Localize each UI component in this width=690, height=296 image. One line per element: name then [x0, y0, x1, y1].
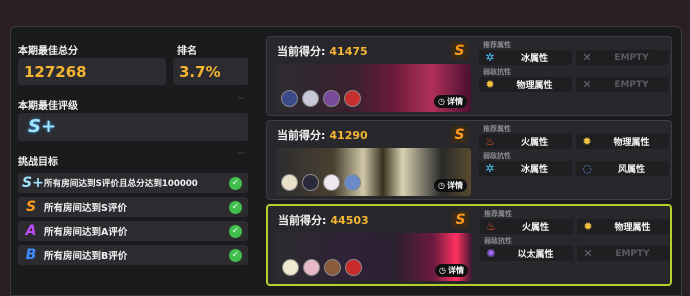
rank-s-icon: S: [25, 199, 37, 215]
sun-icon: ✹: [485, 78, 495, 91]
attr-empty: ✕ EMPTY: [576, 50, 669, 65]
rating-s-badge: S: [451, 126, 468, 143]
check-icon: ✓: [229, 248, 242, 262]
ether-icon: ✺: [486, 247, 496, 260]
check-icon: ✓: [229, 200, 242, 214]
avatar: [344, 90, 361, 107]
room-card-1[interactable]: 当前得分: 41475 S ◷ 详情 推荐属性 ✲ 冰属性 ✕ EMPTY 弱敌抗性 ✹…: [266, 36, 672, 116]
best-total-label: 本期最佳总分: [18, 46, 78, 57]
enemy-art: ◷ 详情: [275, 148, 471, 196]
clock-icon: ◷: [438, 181, 445, 190]
rank-box: 3.7%: [173, 58, 248, 85]
resist-label: 弱敌抗性: [483, 68, 511, 76]
avatar: [324, 259, 341, 276]
check-icon: ✓: [229, 176, 242, 190]
rating-s-badge: S: [451, 42, 468, 59]
best-rating-label: 本期最佳评级: [18, 101, 78, 112]
enemy-art: ◷ 详情: [275, 64, 471, 112]
score-value: 41290: [329, 129, 368, 142]
goal-row: S+ 所有房间达到S评价且总分达到100000 ✓: [18, 173, 248, 193]
avatar: [281, 90, 298, 107]
rank-label: 排名: [177, 46, 197, 57]
recommended-label: 推荐属性: [483, 41, 511, 49]
attr-physical: ✹ 物理属性: [479, 77, 572, 92]
fire-icon: ♨: [485, 135, 495, 148]
attr-empty: ✕ EMPTY: [576, 77, 669, 92]
recommended-label: 推荐属性: [483, 125, 511, 133]
summary-panel: 本期最佳总分 127268 排名 3.7% 本期最佳评级 S+ 挑战目标 ⋯ ⋯…: [18, 32, 258, 292]
score-value: 41475: [329, 45, 368, 58]
rank-splus-icon: S+: [22, 175, 44, 191]
rating-s-badge: S: [452, 211, 469, 228]
avatar: [323, 174, 340, 191]
goal-row: A 所有房间达到A评价 ✓: [18, 221, 248, 241]
score-label: 当前得分: 41475: [277, 45, 368, 58]
goal-row: B 所有房间达到B评价 ✓: [18, 245, 248, 265]
snowflake-icon: ✲: [485, 162, 495, 175]
detail-button[interactable]: ◷ 详情: [434, 95, 467, 108]
rank-value: 3.7%: [179, 63, 221, 81]
avatar: [282, 259, 299, 276]
goal-text: 所有房间达到B评价: [44, 251, 128, 262]
x-icon: ✕: [582, 51, 592, 64]
goal-text: 所有房间达到A评价: [44, 227, 128, 238]
check-icon: ✓: [229, 224, 242, 238]
resist-label: 弱敌抗性: [483, 152, 511, 160]
best-rating-box: S+: [18, 113, 248, 141]
enemy-art: ◷ 详情: [276, 233, 472, 281]
snowflake-icon: ✲: [485, 51, 495, 64]
goal-text: 所有房间达到S评价: [44, 203, 127, 214]
detail-button[interactable]: ◷ 详情: [434, 179, 467, 192]
attr-physical: ✹ 物理属性: [576, 134, 669, 149]
avatar: [302, 90, 319, 107]
attr-ice: ✲ 冰属性: [479, 50, 572, 65]
avatar: [344, 174, 361, 191]
goal-row: S 所有房间达到S评价 ✓: [18, 197, 248, 217]
attr-wind: ◌ 风属性: [576, 161, 669, 176]
score-value: 44503: [330, 214, 369, 227]
fire-icon: ♨: [486, 220, 496, 233]
room-card-3[interactable]: 当前得分: 44503 S ◷ 详情 推荐属性 ♨ 火属性 ✹ 物理属性 弱敌抗性 ✺ 以…: [266, 204, 672, 286]
rank-b-icon: B: [25, 247, 37, 263]
avatar: [303, 259, 320, 276]
wind-icon: ◌: [582, 162, 592, 175]
best-rating-badge: S+: [28, 116, 57, 137]
room-card-2[interactable]: 当前得分: 41290 S ◷ 详情 推荐属性 ♨ 火属性 ✹ 物理属性 弱敌抗性 ✲ 冰…: [266, 120, 672, 200]
score-label: 当前得分: 44503: [278, 214, 369, 227]
detail-button[interactable]: ◷ 详情: [435, 264, 468, 277]
attr-physical: ✹ 物理属性: [577, 219, 670, 234]
avatar: [281, 174, 298, 191]
attr-fire: ♨ 火属性: [480, 219, 573, 234]
avatar: [323, 90, 340, 107]
best-total-value: 127268: [24, 63, 87, 81]
clock-icon: ◷: [439, 266, 446, 275]
attr-ether: ✺ 以太属性: [480, 246, 573, 261]
clock-icon: ◷: [438, 97, 445, 106]
rank-a-icon: A: [25, 223, 37, 239]
x-icon: ✕: [583, 247, 593, 260]
score-label: 当前得分: 41290: [277, 129, 368, 142]
avatar: [345, 259, 362, 276]
resist-label: 弱敌抗性: [484, 237, 512, 245]
sun-icon: ✹: [583, 220, 593, 233]
recommended-label: 推荐属性: [484, 210, 512, 218]
best-total-box: 127268: [18, 58, 166, 85]
attr-ice: ✲ 冰属性: [479, 161, 572, 176]
goal-text: 所有房间达到S评价且总分达到100000: [44, 179, 198, 189]
avatar: [302, 174, 319, 191]
goals-label: 挑战目标: [18, 157, 58, 168]
sun-icon: ✹: [582, 135, 592, 148]
attr-empty: ✕ EMPTY: [577, 246, 670, 261]
attr-fire: ♨ 火属性: [479, 134, 572, 149]
x-icon: ✕: [582, 78, 592, 91]
